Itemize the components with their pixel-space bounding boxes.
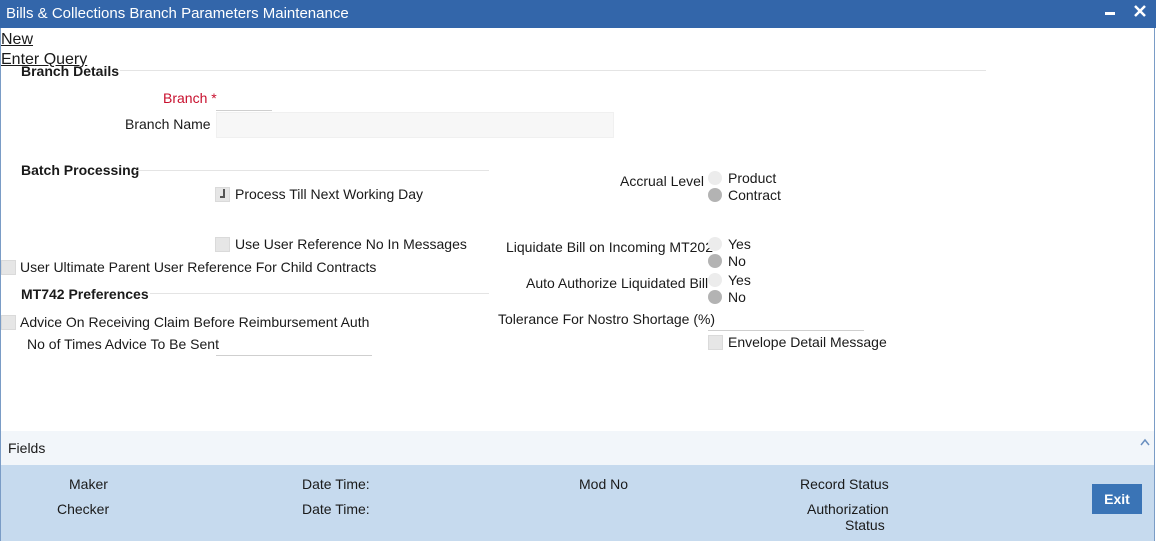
minimize-icon[interactable] <box>1100 4 1120 24</box>
title-bar: Bills & Collections Branch Parameters Ma… <box>0 0 1156 28</box>
tolerance-label: Tolerance For Nostro Shortage (%) <box>498 311 716 327</box>
new-link[interactable]: New <box>1 31 33 49</box>
times-advice-input[interactable] <box>216 331 372 356</box>
auto-authorize-yes-label: Yes <box>728 272 751 288</box>
accrual-product-label: Product <box>728 170 777 186</box>
user-ultimate-parent-checkbox[interactable] <box>1 260 16 275</box>
advice-on-receiving-claim-checkbox[interactable] <box>1 315 16 330</box>
auto-authorize-no-radio[interactable] <box>708 290 722 304</box>
accrual-contract-label: Contract <box>728 187 781 203</box>
fields-bar[interactable]: Fields <box>1 431 1154 465</box>
liquidate-mt202-label: Liquidate Bill on Incoming MT202 <box>506 239 714 255</box>
maker-date-time-label: Date Time: <box>302 476 370 492</box>
branch-input[interactable] <box>216 86 272 111</box>
auto-authorize-yes-radio[interactable] <box>708 273 722 287</box>
liquidate-no-radio[interactable] <box>708 254 722 268</box>
use-user-reference-label: Use User Reference No In Messages <box>235 236 467 252</box>
process-till-next-working-day-checkbox[interactable] <box>215 187 230 202</box>
section-divider <box>136 170 489 171</box>
branch-details-heading: Branch Details <box>21 63 120 79</box>
chevron-up-icon[interactable] <box>1140 433 1150 449</box>
authorization-status-label-line1: Authorization <box>807 501 889 517</box>
auto-authorize-label: Auto Authorize Liquidated Bill <box>526 275 709 291</box>
batch-processing-heading: Batch Processing <box>21 162 140 178</box>
accrual-level-label: Accrual Level <box>620 173 705 189</box>
auto-authorize-no-label: No <box>728 289 746 305</box>
branch-name-label: Branch Name <box>125 116 211 132</box>
liquidate-yes-radio[interactable] <box>708 237 722 251</box>
section-divider <box>150 293 489 294</box>
tolerance-input[interactable] <box>708 306 864 331</box>
times-advice-label: No of Times Advice To Be Sent <box>27 336 219 352</box>
envelope-detail-label: Envelope Detail Message <box>728 334 887 350</box>
liquidate-yes-label: Yes <box>728 236 751 252</box>
advice-on-receiving-claim-label: Advice On Receiving Claim Before Reimbur… <box>20 314 370 330</box>
record-status-label: Record Status <box>800 476 889 492</box>
user-ultimate-parent-label: User Ultimate Parent User Reference For … <box>20 259 377 275</box>
close-icon[interactable] <box>1130 4 1150 24</box>
accrual-product-radio[interactable] <box>708 171 722 185</box>
mod-no-label: Mod No <box>579 476 629 492</box>
checker-date-time-label: Date Time: <box>302 501 370 517</box>
section-divider <box>120 70 986 71</box>
branch-name-field <box>216 112 614 138</box>
branch-label: Branch * <box>163 90 217 106</box>
process-till-next-working-day-label: Process Till Next Working Day <box>235 186 424 202</box>
maker-label: Maker <box>69 476 108 492</box>
envelope-detail-checkbox[interactable] <box>708 335 723 350</box>
window-title: Bills & Collections Branch Parameters Ma… <box>6 5 349 22</box>
audit-footer <box>1 465 1154 541</box>
authorization-status-label-line2: Status <box>845 517 885 533</box>
use-user-reference-checkbox[interactable] <box>215 237 230 252</box>
mt742-heading: MT742 Preferences <box>21 286 149 302</box>
exit-button[interactable]: Exit <box>1092 484 1142 514</box>
fields-label: Fields <box>8 440 46 456</box>
accrual-contract-radio[interactable] <box>708 188 722 202</box>
liquidate-no-label: No <box>728 253 746 269</box>
checker-label: Checker <box>57 501 110 517</box>
